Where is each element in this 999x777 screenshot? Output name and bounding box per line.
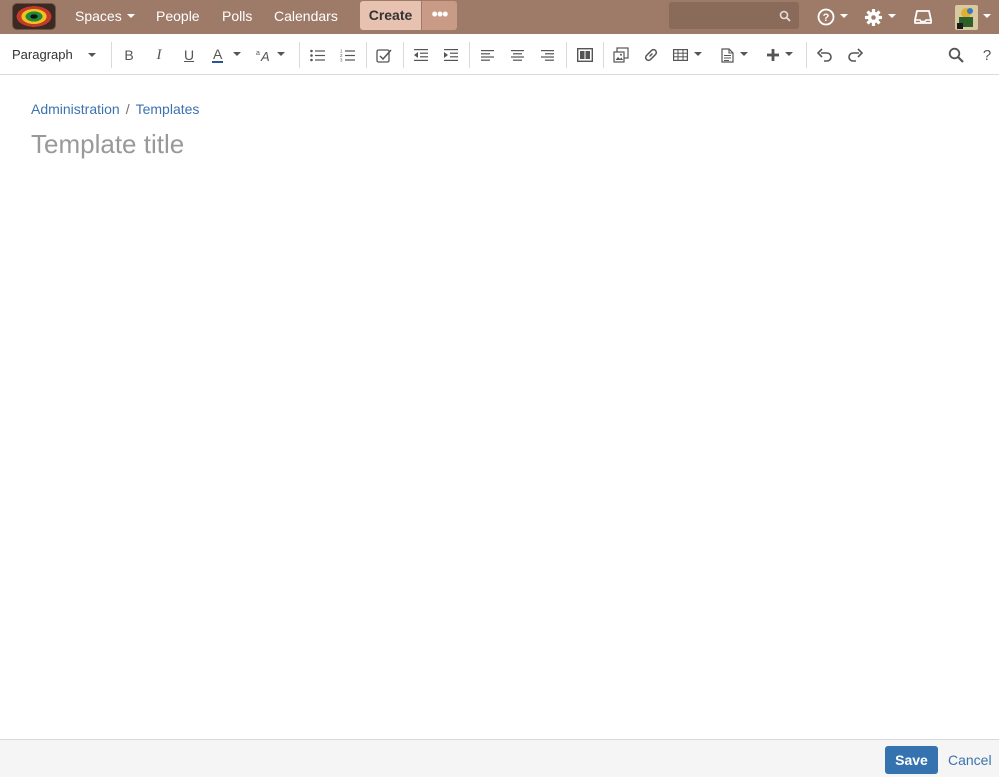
indent-icon [444, 49, 458, 61]
page-layout-icon [576, 48, 593, 62]
underline-button[interactable]: U [181, 44, 197, 66]
cancel-button[interactable]: Cancel [948, 752, 992, 768]
breadcrumb-administration[interactable]: Administration [31, 101, 120, 117]
align-center-icon [510, 49, 524, 61]
create-button[interactable]: Create [360, 1, 421, 30]
avatar [955, 4, 978, 30]
insert-more-button[interactable] [767, 44, 797, 66]
redo-button[interactable] [846, 44, 863, 66]
indent-button[interactable] [443, 44, 459, 66]
insert-table-button[interactable] [673, 44, 703, 66]
underline-icon: U [183, 47, 195, 63]
toolbar-divider [111, 42, 112, 68]
template-title-input[interactable] [31, 126, 931, 162]
notifications-icon [914, 10, 932, 24]
plus-icon [767, 49, 779, 61]
italic-icon: I [156, 46, 162, 63]
align-left-button[interactable] [480, 44, 494, 66]
notifications-button[interactable] [914, 0, 932, 34]
editor-toolbar: Paragraph B I U A a A 123 ? [0, 36, 999, 75]
editor-footer: Save Cancel [0, 739, 999, 777]
toolbar-divider [403, 42, 404, 68]
more-create-button[interactable]: ••• [422, 1, 457, 30]
text-color-icon: A [212, 46, 224, 63]
breadcrumb-templates[interactable]: Templates [136, 101, 200, 117]
checkbox-icon [375, 48, 392, 63]
chevron-down-icon [785, 52, 793, 56]
toolbar-divider [366, 42, 367, 68]
nav-polls[interactable]: Polls [222, 0, 252, 34]
align-right-button[interactable] [540, 44, 554, 66]
insert-image-button[interactable] [612, 44, 629, 66]
align-left-icon [480, 49, 494, 61]
text-format-icon: a A [256, 49, 270, 62]
chevron-down-icon [983, 14, 991, 18]
bold-button[interactable]: B [121, 44, 137, 66]
user-menu[interactable] [955, 0, 991, 34]
toolbar-divider [299, 42, 300, 68]
align-right-icon [540, 49, 554, 61]
redo-icon [847, 48, 863, 62]
text-format-button[interactable]: a A [256, 44, 286, 66]
nav-spaces[interactable]: Spaces [75, 0, 135, 34]
numbered-list-icon: 123 [340, 49, 355, 62]
nav-calendars[interactable]: Calendars [274, 0, 338, 34]
task-list-button[interactable] [375, 44, 392, 66]
document-icon [721, 47, 734, 63]
settings-menu[interactable] [864, 0, 896, 34]
outdent-icon [414, 49, 428, 61]
table-icon [673, 49, 688, 61]
find-replace-button[interactable] [947, 44, 964, 66]
undo-button[interactable] [816, 44, 833, 66]
breadcrumb-separator: / [125, 101, 130, 117]
toolbar-divider [566, 42, 567, 68]
breadcrumb: Administration / Templates [31, 101, 199, 117]
chevron-down-icon [740, 52, 748, 56]
chevron-down-icon [888, 14, 896, 18]
image-icon [612, 47, 629, 63]
svg-text:A: A [260, 49, 270, 62]
help-icon: ? [983, 47, 991, 63]
nav-people[interactable]: People [156, 0, 200, 34]
text-color-button[interactable]: A [212, 44, 248, 66]
bullet-list-button[interactable] [309, 44, 325, 66]
bullet-list-icon [309, 49, 325, 61]
link-icon [644, 48, 657, 62]
svg-text:?: ? [823, 12, 830, 24]
top-navigation: Spaces People Polls Calendars Create •••… [0, 0, 999, 34]
save-button[interactable]: Save [885, 746, 938, 774]
site-logo[interactable] [12, 3, 56, 30]
paragraph-style-label: Paragraph [12, 47, 73, 62]
chevron-down-icon [233, 52, 242, 56]
insert-template-button[interactable] [721, 44, 751, 66]
italic-button[interactable]: I [151, 44, 167, 66]
editor-help-button[interactable]: ? [980, 44, 994, 66]
help-icon: ? [817, 8, 835, 26]
toolbar-divider [469, 42, 470, 68]
undo-icon [816, 48, 832, 62]
align-center-button[interactable] [510, 44, 524, 66]
chevron-down-icon [277, 52, 285, 56]
svg-text:a: a [256, 50, 260, 57]
toolbar-divider [806, 42, 807, 68]
svg-text:?: ? [983, 47, 991, 63]
paragraph-style-select[interactable]: Paragraph [12, 44, 98, 66]
chevron-down-icon [840, 14, 848, 18]
chevron-down-icon [126, 14, 135, 19]
gear-icon [864, 8, 883, 26]
search-icon[interactable] [779, 10, 791, 22]
svg-text:3: 3 [340, 57, 343, 62]
outdent-button[interactable] [413, 44, 429, 66]
search-icon [948, 47, 964, 63]
help-menu[interactable]: ? [817, 0, 848, 34]
numbered-list-button[interactable]: 123 [339, 44, 355, 66]
page-layout-button[interactable] [576, 44, 593, 66]
insert-link-button[interactable] [642, 44, 659, 66]
bold-icon: B [124, 47, 134, 63]
chevron-down-icon [694, 52, 702, 56]
nav-spaces-label: Spaces [75, 8, 122, 24]
toolbar-divider [603, 42, 604, 68]
chevron-down-icon [88, 53, 96, 57]
